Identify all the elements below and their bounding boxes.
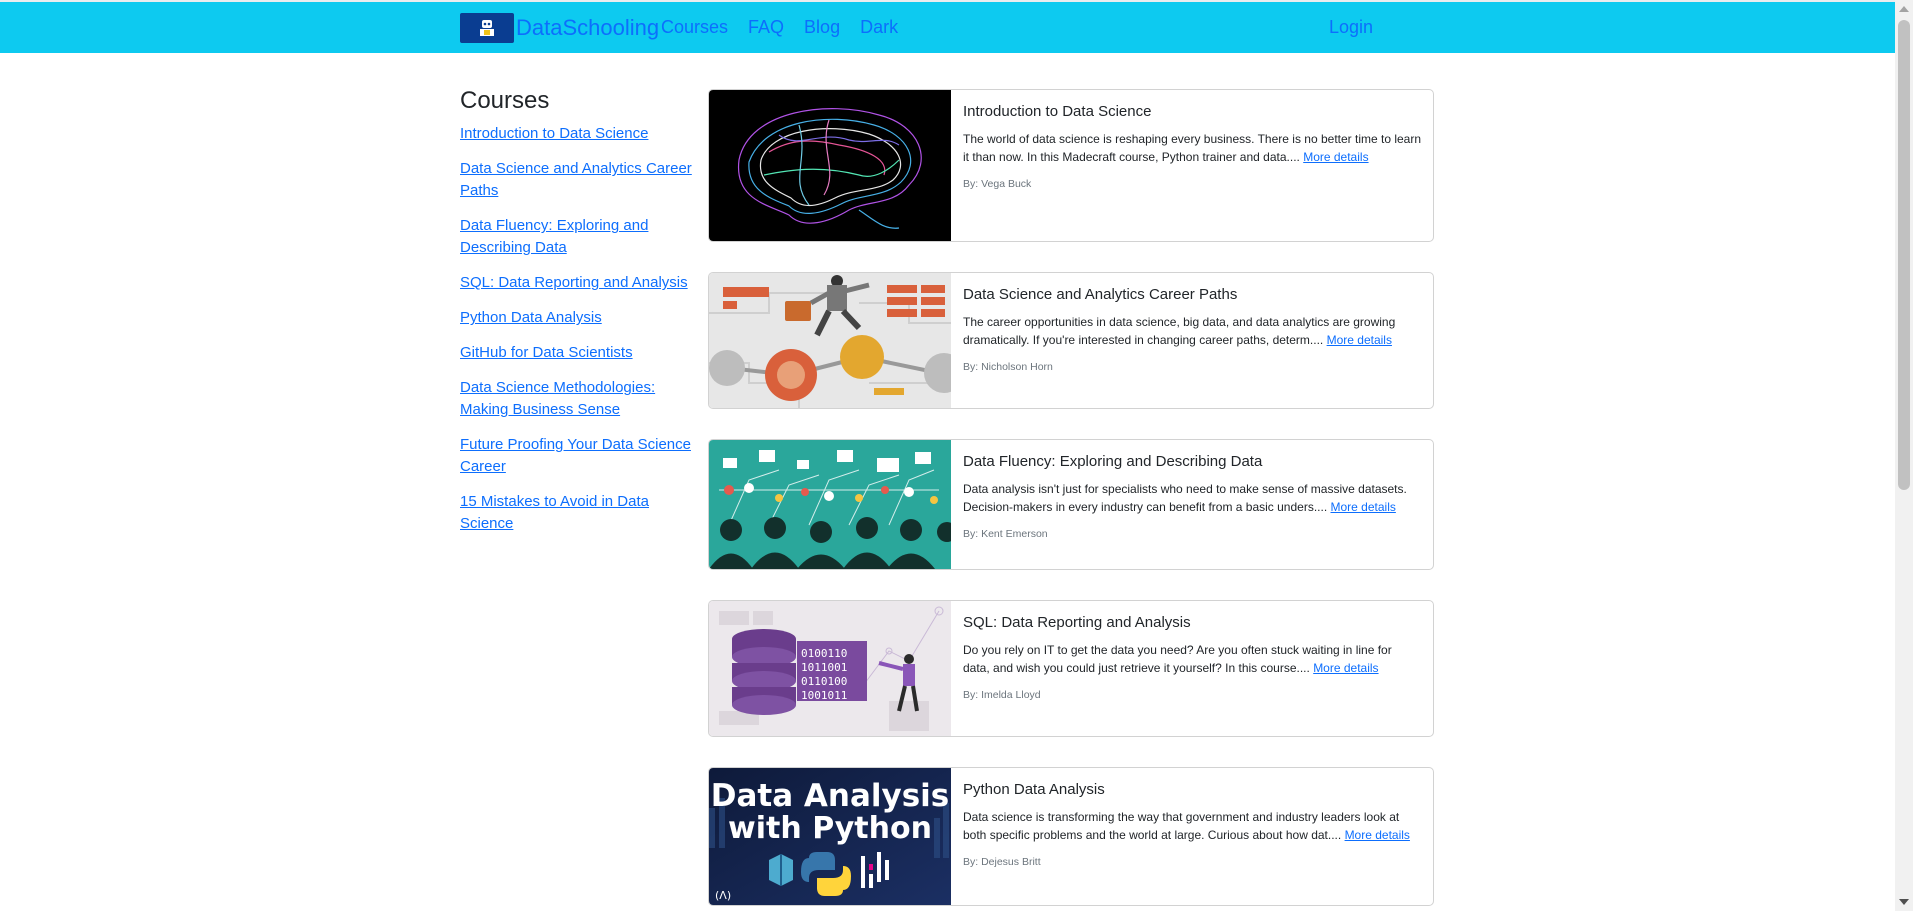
card-author: By: Dejesus Britt [963, 856, 1041, 868]
navbar: DataSchooling Courses FAQ Blog Dark Logi… [0, 2, 1895, 53]
sidebar-course-link[interactable]: GitHub for Data Scientists [460, 342, 695, 364]
card-body: SQL: Data Reporting and Analysis Do you … [963, 613, 1421, 701]
card-author: By: Kent Emerson [963, 528, 1048, 540]
card-title[interactable]: Python Data Analysis [963, 780, 1421, 800]
svg-text:1011001: 1011001 [801, 661, 847, 674]
svg-text:0100110: 0100110 [801, 647, 847, 660]
svg-text:(Λ): (Λ) [715, 889, 731, 902]
database-illustration[interactable]: 0100110 1011001 0110100 1001011 [709, 601, 951, 736]
login-link[interactable]: Login [1329, 17, 1373, 38]
card-title[interactable]: Data Science and Analytics Career Paths [963, 285, 1421, 305]
course-card: Data Fluency: Exploring and Describing D… [708, 439, 1434, 570]
svg-text:0110100: 0110100 [801, 675, 847, 688]
scroll-down-arrow-icon[interactable] [1899, 899, 1909, 905]
card-author: By: Imelda Lloyd [963, 689, 1041, 701]
course-card: Data Science and Analytics Career Paths … [708, 272, 1434, 409]
card-description: Data science is transforming the way tha… [963, 808, 1421, 844]
card-author: By: Vega Buck [963, 178, 1032, 190]
python-thumbnail[interactable]: Data Analysis with Python (Λ) [709, 768, 951, 905]
card-title[interactable]: Data Fluency: Exploring and Describing D… [963, 452, 1421, 472]
card-body: Introduction to Data Science The world o… [963, 102, 1421, 190]
data-crowd-illustration[interactable] [709, 440, 951, 569]
sidebar-heading: Courses [460, 87, 550, 114]
more-details-link[interactable]: More details [1331, 500, 1396, 514]
page-scrollbar[interactable] [1895, 0, 1913, 911]
card-body: Data Fluency: Exploring and Describing D… [963, 452, 1421, 540]
more-details-link[interactable]: More details [1327, 333, 1392, 347]
scroll-up-arrow-icon[interactable] [1899, 6, 1909, 12]
more-details-link[interactable]: More details [1313, 661, 1378, 675]
robot-reading-icon [460, 13, 514, 43]
scrollbar-thumb[interactable] [1898, 20, 1910, 490]
sidebar-course-link[interactable]: Data Science and Analytics Career Paths [460, 158, 695, 202]
thumbnail-line-1: Data Analysis [711, 778, 950, 814]
more-details-link[interactable]: More details [1303, 150, 1368, 164]
course-card: Data Analysis with Python (Λ) Python Dat… [708, 767, 1434, 906]
nav-dark-toggle[interactable]: Dark [860, 17, 898, 38]
card-body: Python Data Analysis Data science is tra… [963, 780, 1421, 868]
nav-faq[interactable]: FAQ [748, 17, 784, 38]
courses-sidebar: Courses Introduction to Data Science Dat… [460, 87, 695, 548]
card-description: The world of data science is reshaping e… [963, 130, 1421, 166]
sidebar-course-link[interactable]: Introduction to Data Science [460, 123, 695, 145]
freecodecamp-logo: (Λ) [715, 889, 731, 902]
course-card: Introduction to Data Science The world o… [708, 89, 1434, 242]
brand-name: DataSchooling [516, 15, 660, 40]
nav-courses[interactable]: Courses [661, 17, 728, 38]
sidebar-course-link[interactable]: Future Proofing Your Data Science Career [460, 434, 695, 478]
nav-links: Courses FAQ Blog Dark [661, 17, 918, 38]
sidebar-course-link[interactable]: 15 Mistakes to Avoid in Data Science [460, 491, 695, 535]
neon-brain-image[interactable] [709, 90, 951, 241]
sidebar-course-link[interactable]: SQL: Data Reporting and Analysis [460, 272, 695, 294]
card-title[interactable]: SQL: Data Reporting and Analysis [963, 613, 1421, 633]
brand-link[interactable]: DataSchooling [460, 12, 659, 44]
svg-text:1001011: 1001011 [801, 689, 847, 702]
card-description: Do you rely on IT to get the data you ne… [963, 641, 1421, 677]
course-card: 0100110 1011001 0110100 1001011 SQL: Dat… [708, 600, 1434, 737]
nav-blog[interactable]: Blog [804, 17, 840, 38]
navbar-container: DataSchooling Courses FAQ Blog Dark Logi… [460, 2, 1420, 53]
card-title[interactable]: Introduction to Data Science [963, 102, 1421, 122]
sidebar-course-link[interactable]: Python Data Analysis [460, 307, 695, 329]
numpy-logo [769, 854, 793, 886]
sidebar-course-link[interactable]: Data Science Methodologies: Making Busin… [460, 377, 695, 421]
career-path-illustration[interactable] [709, 273, 951, 408]
sidebar-course-link[interactable]: Data Fluency: Exploring and Describing D… [460, 215, 695, 259]
thumbnail-line-2: with Python [728, 811, 932, 846]
card-description-text: Data science is transforming the way tha… [963, 810, 1400, 842]
card-author: By: Nicholson Horn [963, 361, 1053, 373]
card-description: The career opportunities in data science… [963, 313, 1421, 349]
card-body: Data Science and Analytics Career Paths … [963, 285, 1421, 373]
more-details-link[interactable]: More details [1345, 828, 1410, 842]
card-description: Data analysis isn't just for specialists… [963, 480, 1421, 516]
